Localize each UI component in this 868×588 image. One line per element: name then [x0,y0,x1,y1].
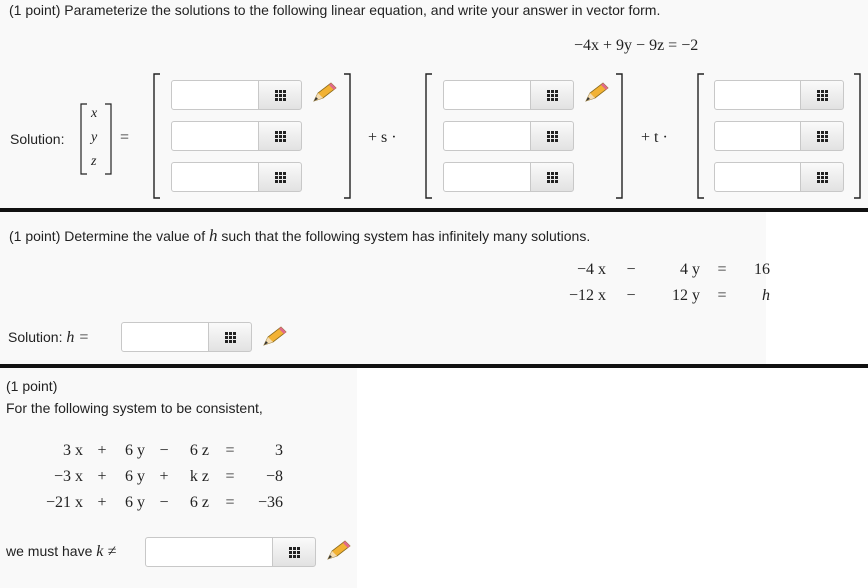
vector-2-y-input[interactable] [443,121,531,151]
term-b: 4 y [680,261,700,278]
equals: = [225,442,235,459]
plus-t-label: + t · [641,129,668,146]
vector-2-y-answer [443,121,574,151]
plus-s-label: + s · [368,129,397,146]
term-c: k z [189,468,210,485]
problem-1-equation: −4x + 9y − 9z = −2 [574,37,699,54]
solution-label: Solution: [10,131,65,147]
vector-3-y-input[interactable] [714,121,801,151]
vector-3-z-answer [714,162,844,192]
var-x: x [91,106,98,121]
term-a: −12 x [568,287,606,304]
h-input[interactable] [121,322,209,352]
keypad-icon[interactable] [258,80,302,110]
keypad-icon[interactable] [258,121,302,151]
operator: − [626,261,636,278]
problem-2-prompt: (1 point) Determine the value of h such … [9,226,590,246]
equals: = [717,287,727,304]
keypad-icon[interactable] [530,80,574,110]
solution-var: h = [66,329,90,346]
vector-1-z-answer [171,162,302,192]
keypad-icon[interactable] [272,537,316,567]
vector-1-y-input[interactable] [171,121,259,151]
keypad-icon[interactable] [800,162,844,192]
var-y: y [91,130,98,145]
system-row: 3 x + 6 y − 6 z = 3 [40,438,289,464]
term-b: 6 y [125,442,146,459]
vector-1-x-input[interactable] [171,80,259,110]
rhs: −36 [258,494,284,511]
keypad-icon[interactable] [800,121,844,151]
term-a: −21 x [46,494,84,511]
term-a: 3 x [63,442,84,459]
operator: − [626,287,636,304]
operator: − [159,494,169,511]
system-row: −4 x − 4 y = 16 [554,257,776,283]
keypad-icon[interactable] [208,322,252,352]
term-b: 12 y [672,287,700,304]
operator: + [97,468,107,485]
vector-2-x-answer [443,80,574,110]
equals: = [717,261,727,278]
rhs: 16 [754,261,770,278]
system-row: −21 x + 6 y − 6 z = −36 [40,490,289,516]
equals: = [225,468,235,485]
rhs: −8 [266,468,284,485]
term-a: −3 x [54,468,84,485]
vector-1-z-input[interactable] [171,162,259,192]
equals: = [225,494,235,511]
keypad-icon[interactable] [530,162,574,192]
vector-2-z-answer [443,162,574,192]
vector-2-z-input[interactable] [443,162,531,192]
problem-3-must-label: we must have k ≠ [6,543,116,561]
vector-3-z-input[interactable] [714,162,801,192]
rhs: 3 [275,442,284,459]
problem-3-prompt: For the following system to be consisten… [6,400,263,416]
must-var: k ≠ [96,543,117,560]
must-label: we must have [6,543,93,559]
term-c: 6 z [189,442,210,459]
prompt-before: (1 point) Determine the value of [9,228,209,244]
keypad-icon[interactable] [258,162,302,192]
vector-1-x-answer [171,80,302,110]
vector-3-y-answer [714,121,844,151]
term-c: 6 z [189,494,210,511]
operator: + [97,442,107,459]
prompt-var-h: h [209,226,218,245]
term-b: 6 y [125,494,146,511]
var-z: z [91,154,97,169]
k-answer [145,537,316,567]
vector-2-x-input[interactable] [443,80,531,110]
system-row: −3 x + 6 y + k z = −8 [40,464,289,490]
rhs: h [762,287,770,304]
k-input[interactable] [145,537,273,567]
problem-3-system: 3 x + 6 y − 6 z = 3 −3 x + 6 y + k z = −… [40,438,289,516]
vector-1-y-answer [171,121,302,151]
operator: + [159,468,169,485]
keypad-icon[interactable] [800,80,844,110]
vector-3-x-answer [714,80,844,110]
system-row: −12 x − 12 y = h [554,283,776,309]
h-answer [121,322,252,352]
solution-label: Solution: [8,329,63,345]
operator: + [97,494,107,511]
operator: − [159,442,169,459]
pencil-icon[interactable] [583,82,609,104]
problem-2-system: −4 x − 4 y = 16 −12 x − 12 y = h [554,257,776,309]
vector-3-x-input[interactable] [714,80,801,110]
keypad-icon[interactable] [530,121,574,151]
pencil-icon[interactable] [311,82,337,104]
prompt-after: such that the following system has infin… [217,228,591,244]
term-a: −4 x [576,261,606,278]
term-b: 6 y [125,468,146,485]
vector-equals: = [120,129,130,146]
problem-1-prompt: (1 point) Parameterize the solutions to … [9,2,661,18]
pencil-icon[interactable] [325,540,351,562]
problem-2-solution-label: Solution: h = [8,329,89,347]
pencil-icon[interactable] [261,326,287,348]
problem-3-point: (1 point) [6,378,58,394]
